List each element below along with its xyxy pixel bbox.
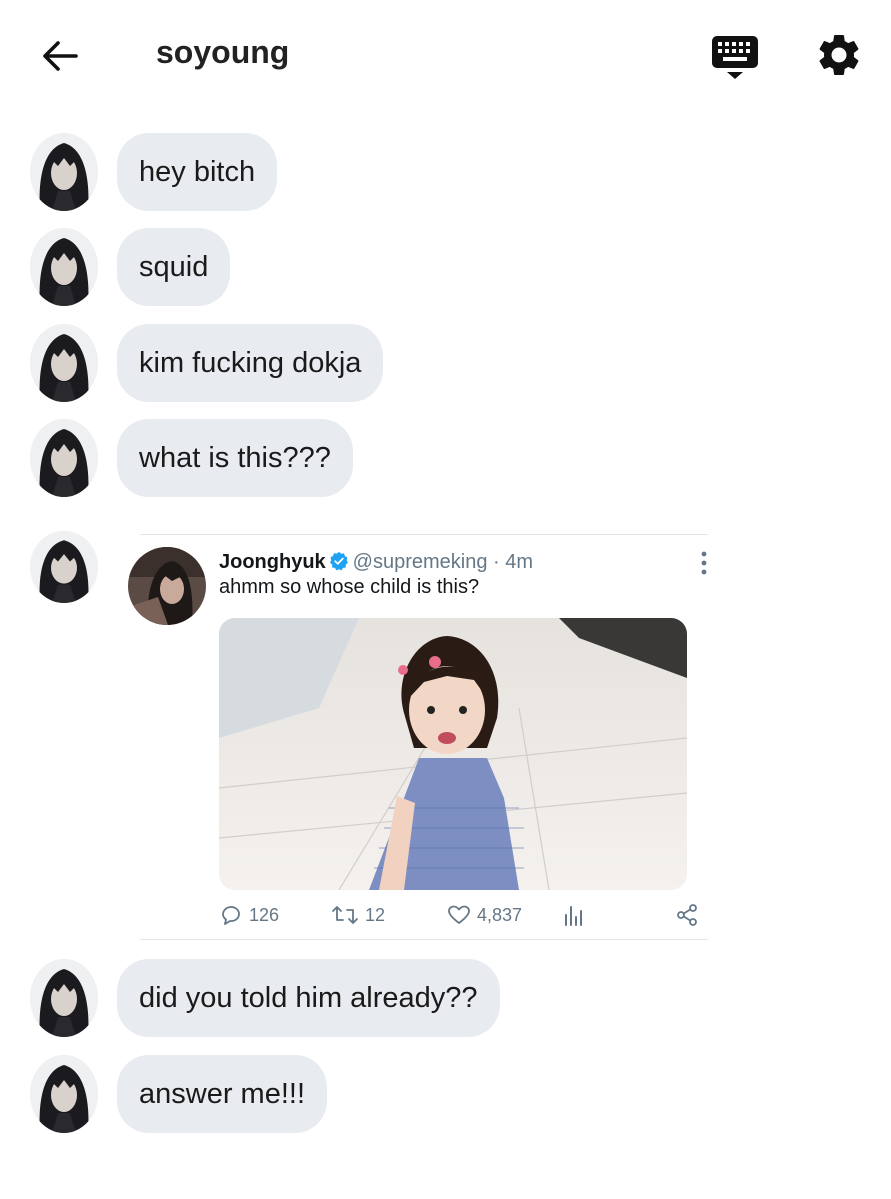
tweet-separator: ·: [493, 551, 500, 573]
tweet-author-name[interactable]: Joonghyuk: [219, 551, 326, 573]
message-bubble[interactable]: kim fucking dokja: [117, 324, 384, 402]
chat-header: soyoung: [0, 0, 891, 110]
arrow-left-icon: [43, 41, 78, 71]
sender-avatar[interactable]: [30, 228, 98, 306]
chat-title: soyoung: [156, 34, 290, 70]
gear-icon: [819, 34, 859, 75]
keyboard-button[interactable]: [710, 32, 760, 82]
verified-badge-icon: [329, 551, 348, 571]
tweet-author-avatar[interactable]: [128, 547, 206, 625]
sender-avatar[interactable]: [30, 531, 98, 603]
tweet-actions-bar: 126 12 4,837: [219, 900, 701, 930]
shared-tweet-card[interactable]: Joonghyuk @supremeking · 4m ahmm so whose…: [128, 534, 708, 940]
photo-child-image: [219, 618, 687, 890]
tweet-photo[interactable]: [219, 618, 687, 890]
message-bubble[interactable]: did you told him already??: [117, 959, 500, 1037]
message-bubble[interactable]: what is this???: [117, 419, 353, 497]
reply-icon: [222, 906, 240, 925]
tweet-body-text: ahmm so whose child is this?: [219, 576, 480, 598]
retweet-count: 12: [365, 904, 386, 925]
more-vertical-icon: [701, 551, 707, 575]
sender-avatar[interactable]: [30, 324, 98, 402]
share-icon: [677, 904, 697, 926]
reply-count: 126: [249, 904, 280, 925]
sender-avatar[interactable]: [30, 133, 98, 211]
share-button[interactable]: [675, 900, 705, 930]
like-button[interactable]: 4,837: [447, 900, 522, 930]
divider: [140, 534, 708, 535]
sender-avatar[interactable]: [30, 419, 98, 497]
retweet-button[interactable]: 12: [331, 900, 385, 930]
divider: [140, 939, 708, 940]
analytics-button[interactable]: [563, 900, 591, 930]
retweet-icon: [332, 906, 358, 924]
heart-icon: [448, 905, 470, 924]
message-bubble[interactable]: squid: [117, 228, 231, 306]
back-button[interactable]: [38, 34, 82, 78]
settings-button[interactable]: [814, 30, 864, 80]
analytics-icon: [565, 906, 582, 926]
tweet-author-handle[interactable]: @supremeking: [353, 551, 488, 573]
keyboard-icon: [712, 36, 758, 79]
message-bubble[interactable]: hey bitch: [117, 133, 278, 211]
tweet-header: Joonghyuk @supremeking · 4m: [219, 551, 533, 574]
tweet-more-button[interactable]: [696, 550, 712, 576]
sender-avatar[interactable]: [30, 1055, 98, 1133]
message-bubble[interactable]: answer me!!!: [117, 1055, 327, 1133]
reply-button[interactable]: 126: [219, 900, 279, 930]
sender-avatar[interactable]: [30, 959, 98, 1037]
tweet-timestamp[interactable]: 4m: [505, 551, 533, 573]
like-count: 4,837: [477, 904, 523, 925]
